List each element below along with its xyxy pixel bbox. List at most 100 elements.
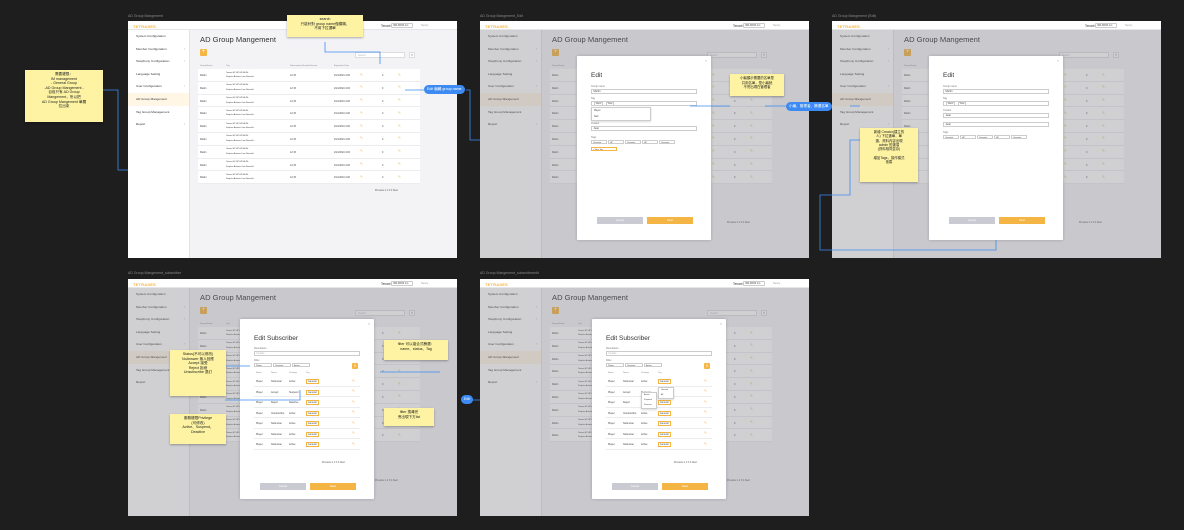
dropdown-option[interactable]: All [659, 393, 673, 398]
edit-members-icon[interactable]: ✎ [398, 136, 401, 140]
sidebar-item[interactable]: AD Group Mangement [128, 92, 189, 106]
edit-members-icon[interactable]: ✎ [398, 98, 401, 102]
tag-chip[interactable]: Operator [659, 140, 675, 145]
description-input[interactable]: Details [254, 351, 360, 356]
edit-icon[interactable]: ✎ [704, 379, 707, 383]
subscriber-privilege[interactable]: Active [289, 433, 296, 436]
table-row[interactable]: MarlinTaiwan HP HP HP HA WiStephen Anton… [198, 81, 420, 95]
description-input[interactable]: Details [606, 351, 712, 356]
filter-chip[interactable]: Operator [625, 363, 643, 368]
subscriber-row[interactable]: Player NoAnswer Active General ✎ [254, 418, 360, 429]
edit-members-icon[interactable]: ✎ [398, 73, 401, 77]
edit-icon[interactable]: ✎ [704, 400, 707, 404]
tag-chip[interactable]: HP [960, 135, 976, 140]
edit-members-icon[interactable]: ✎ [398, 111, 401, 115]
edit-members-icon[interactable]: ✎ [398, 85, 401, 89]
edit-icon[interactable]: ✎ [360, 124, 363, 128]
tenant-select[interactable]: IDILXR00 inc. [391, 280, 413, 286]
edit-members-icon[interactable]: ✎ [398, 149, 401, 153]
tenant-select[interactable]: IDILXR00 inc. [391, 22, 413, 28]
sidebar-item[interactable]: Member Configuration › [128, 43, 189, 56]
filter-chip[interactable]: Active [292, 363, 310, 368]
new-tag-button[interactable]: + New Tag [591, 147, 617, 152]
edit-icon[interactable]: ✎ [704, 389, 707, 393]
edit-icon[interactable]: ✎ [360, 85, 363, 89]
add-button[interactable]: + [200, 49, 207, 56]
save-button[interactable]: Save [647, 217, 693, 224]
save-button[interactable]: Save [999, 217, 1045, 224]
tag-chip[interactable]: Operator [591, 140, 607, 145]
subscriber-row[interactable]: Player NoAnswer Active General ✎ [606, 428, 712, 439]
sidebar-item[interactable]: Language Setting [128, 68, 189, 81]
edit-icon[interactable]: ✎ [704, 410, 707, 414]
subscriber-privilege[interactable]: Active [289, 422, 296, 425]
sidebar-item[interactable]: User Configuration › [128, 80, 189, 93]
user-avatar[interactable]: Sunny [1125, 24, 1132, 27]
tag-chip[interactable]: Sam [958, 102, 967, 105]
creator-select[interactable]: Juan [591, 126, 697, 131]
edit-icon[interactable]: ✎ [352, 400, 355, 404]
edit-icon[interactable]: ✎ [360, 73, 363, 77]
subscriber-privilege[interactable]: Active [289, 412, 296, 415]
subscriber-privilege[interactable]: Active [289, 443, 296, 446]
cancel-button[interactable]: Cancel [597, 217, 643, 224]
subscriber-row[interactable]: Player Unsubscribe Active General ✎ [254, 407, 360, 418]
dropdown-option[interactable]: Sam [592, 114, 650, 120]
tag-chip[interactable]: Operator [1011, 135, 1027, 140]
tag-chip[interactable]: Operator [943, 135, 959, 140]
cancel-button[interactable]: Cancel [260, 483, 306, 490]
filter-search-button[interactable]: ⚲ [704, 362, 710, 369]
sidebar-item[interactable]: Report › [128, 118, 189, 131]
search-input[interactable]: Search [355, 52, 405, 58]
edit-icon[interactable]: ✎ [352, 421, 355, 425]
tag-chip[interactable]: Sam [606, 102, 615, 105]
tag-chip[interactable]: HP [608, 140, 624, 145]
table-row[interactable]: MarlinTaiwan HP HP HP HA WiStephen Anton… [198, 132, 420, 146]
tag-chip[interactable]: HP [994, 135, 1010, 140]
edit-icon[interactable]: ✎ [360, 111, 363, 115]
edit-members-icon[interactable]: ✎ [398, 162, 401, 166]
edit-icon[interactable]: ✎ [360, 175, 363, 179]
pagination[interactable]: Previous 1 2 3 4 Next [322, 461, 345, 464]
save-button[interactable]: Save [310, 483, 356, 490]
close-icon[interactable]: × [720, 322, 722, 326]
table-row[interactable]: MarlinTaiwan HP HP HP HA WiStephen Anton… [198, 145, 420, 159]
group-name-input[interactable]: Marlin [943, 89, 1049, 94]
subscriber-privilege[interactable]: Deactive [289, 401, 298, 404]
edit-icon[interactable]: ✎ [352, 442, 355, 446]
subscriber-row[interactable]: Player NoAnswer Active General ✎ [606, 376, 712, 387]
user-avatar[interactable]: Sunny [773, 24, 780, 27]
tenant-select[interactable]: IDILXR00 inc. [1095, 22, 1117, 28]
edit-members-icon[interactable]: ✎ [398, 175, 401, 179]
table-row[interactable]: MarlinTaiwan HP HP HP HA WiStephen Anton… [198, 171, 420, 185]
close-icon[interactable]: × [1057, 59, 1059, 63]
subscriber-privilege[interactable]: Suspend [289, 391, 298, 394]
creator-select-2[interactable]: Juan [943, 122, 1049, 127]
subscriber-privilege[interactable]: Active [641, 443, 648, 446]
sidebar-item[interactable]: Telephony Configuration › [128, 55, 189, 68]
cancel-button[interactable]: Cancel [612, 483, 658, 490]
user-avatar[interactable]: Sunny [773, 282, 780, 285]
tag-chip[interactable]: Operator [625, 140, 641, 145]
subscriber-privilege[interactable]: Active [641, 380, 648, 383]
edit-icon[interactable]: ✎ [360, 98, 363, 102]
subscriber-privilege[interactable]: Active [641, 412, 648, 415]
subscriber-row[interactable]: Player Unsubscribe Active General ✎ [606, 407, 712, 418]
subscriber-row[interactable]: Player NoAnswer Active General ✎ [254, 376, 360, 387]
table-row[interactable]: MarlinTaiwan HP HP HP HA WiStephen Anton… [198, 69, 420, 82]
filter-search-button[interactable]: ⚲ [352, 362, 358, 369]
cancel-button[interactable]: Cancel [949, 217, 995, 224]
subscriber-row[interactable]: Player NoAnswer Active General ✎ [606, 439, 712, 450]
sidebar-item[interactable]: Tag Group Management [128, 106, 189, 119]
tag-select[interactable]: Harai Sam [591, 101, 697, 106]
dropdown-option[interactable]: Deactive [642, 403, 656, 408]
filter-icon[interactable]: ⚲ [409, 52, 415, 58]
table-row[interactable]: MarlinTaiwan HP HP HP HA WiStephen Anton… [198, 94, 420, 108]
user-avatar[interactable]: Sunny [421, 282, 428, 285]
tenant-select[interactable]: IDILXR00 inc. [743, 280, 765, 286]
edit-icon[interactable]: ✎ [360, 162, 363, 166]
edit-icon[interactable]: ✎ [704, 421, 707, 425]
filter-chip[interactable]: Active [644, 363, 662, 368]
subscriber-row[interactable]: Player NoAnswer Active General ✎ [254, 428, 360, 439]
subscriber-privilege[interactable]: Active [641, 433, 648, 436]
